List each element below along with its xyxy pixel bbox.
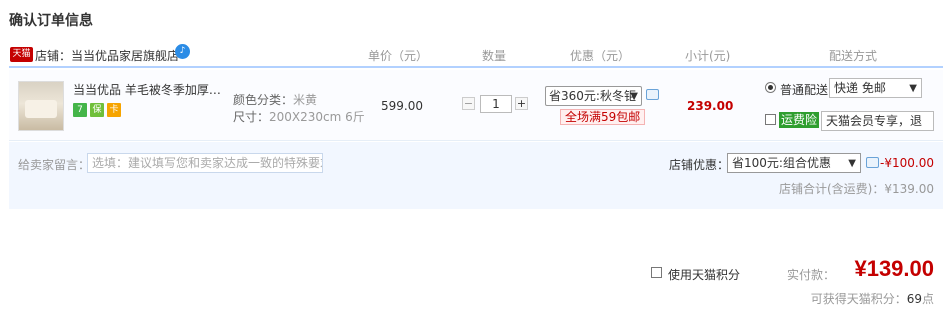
page-title: 确认订单信息	[9, 13, 93, 29]
shop-discount-label: 店铺优惠：	[669, 158, 730, 172]
sku-size-label: 尺寸：	[233, 110, 270, 124]
quantity-increase-button[interactable]: +	[515, 97, 528, 110]
quantity-decrease-button[interactable]: −	[462, 97, 475, 110]
product-name-link[interactable]: 当当优品 羊毛被冬季加厚纯...	[73, 81, 231, 98]
actual-payment-label: 实付款：	[787, 268, 836, 282]
shop-total: 店铺合计(含运费)：¥139.00	[779, 182, 934, 196]
earned-points-label: 可获得天猫积分：	[810, 292, 907, 306]
standard-shipping-radio[interactable]	[765, 82, 776, 93]
quantity-input[interactable]: 1	[480, 95, 512, 113]
item-promo-selected: 省360元:秋冬钜	[549, 89, 636, 103]
shop-discount-selected: 省100元:组合优惠	[732, 156, 831, 170]
sku-size-value: 200X230cm 6斤	[269, 110, 365, 124]
shop-discount-amount: -¥100.00	[880, 156, 934, 170]
earned-points: 可获得天猫积分：69点	[811, 290, 934, 307]
service-tag-guarantee-icon: 保	[90, 103, 104, 117]
chevron-down-icon: ▼	[909, 83, 917, 94]
shipping-insurance-checkbox[interactable]	[765, 114, 776, 125]
shop-discount-select[interactable]: 省100元:组合优惠 ▼	[727, 153, 861, 173]
order-item-row: 当当优品 羊毛被冬季加厚纯... 7 保 卡 颜色分类：米黄 尺寸：200X23…	[9, 70, 943, 141]
sku-color-label: 颜色分类：	[233, 93, 294, 107]
product-thumbnail[interactable]	[18, 81, 64, 131]
unit-price: 599.00	[381, 99, 423, 113]
standard-shipping-label: 普通配送	[780, 83, 829, 97]
shipping-method-selected: 快递 免邮	[834, 81, 886, 95]
use-tmall-points-label: 使用天猫积分	[668, 268, 741, 282]
earned-points-unit: 点	[921, 292, 934, 306]
service-tag-card-icon: 卡	[107, 103, 121, 117]
seller-message-label: 给卖家留言：	[18, 158, 91, 172]
shop-discount-info-icon[interactable]	[866, 157, 879, 168]
service-tag-7day-icon: 7	[73, 103, 87, 117]
use-tmall-points-checkbox[interactable]	[651, 267, 662, 278]
chevron-down-icon: ▼	[848, 158, 856, 169]
shipping-insurance-select[interactable]: 天猫会员专享，退	[821, 111, 934, 131]
column-shipping: 配送方式	[829, 49, 878, 63]
item-promo-select[interactable]: 省360元:秋冬钜 ▼	[545, 86, 642, 106]
item-subtotal: 239.00	[687, 99, 734, 113]
earned-points-value: 69	[906, 292, 922, 306]
column-discount: 优惠（元）	[570, 49, 631, 63]
order-message-bar: 给卖家留言： 选填：建议填写您和卖家达成一致的特殊要求 店铺优惠： 省100元:…	[9, 142, 943, 209]
seller-message-input[interactable]: 选填：建议填写您和卖家达成一致的特殊要求	[87, 153, 323, 173]
tmall-badge-icon: 天猫	[10, 47, 33, 62]
column-unit-price: 单价（元）	[368, 49, 429, 63]
shipping-insurance-badge: 运费险	[779, 112, 820, 128]
sku-size: 尺寸：200X230cm 6斤	[233, 108, 365, 125]
promo-info-icon[interactable]	[646, 89, 659, 100]
order-table-header: 天猫 店铺：当当优品家居旗舰店 ♪ 单价（元） 数量 优惠（元） 小计(元) 配…	[9, 42, 943, 68]
sku-color-value: 米黄	[293, 93, 318, 107]
actual-payment-amount: ¥139.00	[854, 256, 934, 281]
column-subtotal: 小计(元)	[685, 49, 731, 63]
shipping-method-select[interactable]: 快递 免邮 ▼	[829, 78, 922, 98]
column-quantity: 数量	[482, 49, 507, 63]
chevron-down-icon: ▼	[630, 91, 638, 102]
sku-color: 颜色分类：米黄	[233, 91, 317, 108]
chat-wangwang-icon[interactable]: ♪	[175, 44, 190, 59]
free-shipping-promo-tag: 全场满59包邮	[560, 109, 646, 125]
shop-name-link[interactable]: 店铺：当当优品家居旗舰店	[35, 47, 179, 64]
